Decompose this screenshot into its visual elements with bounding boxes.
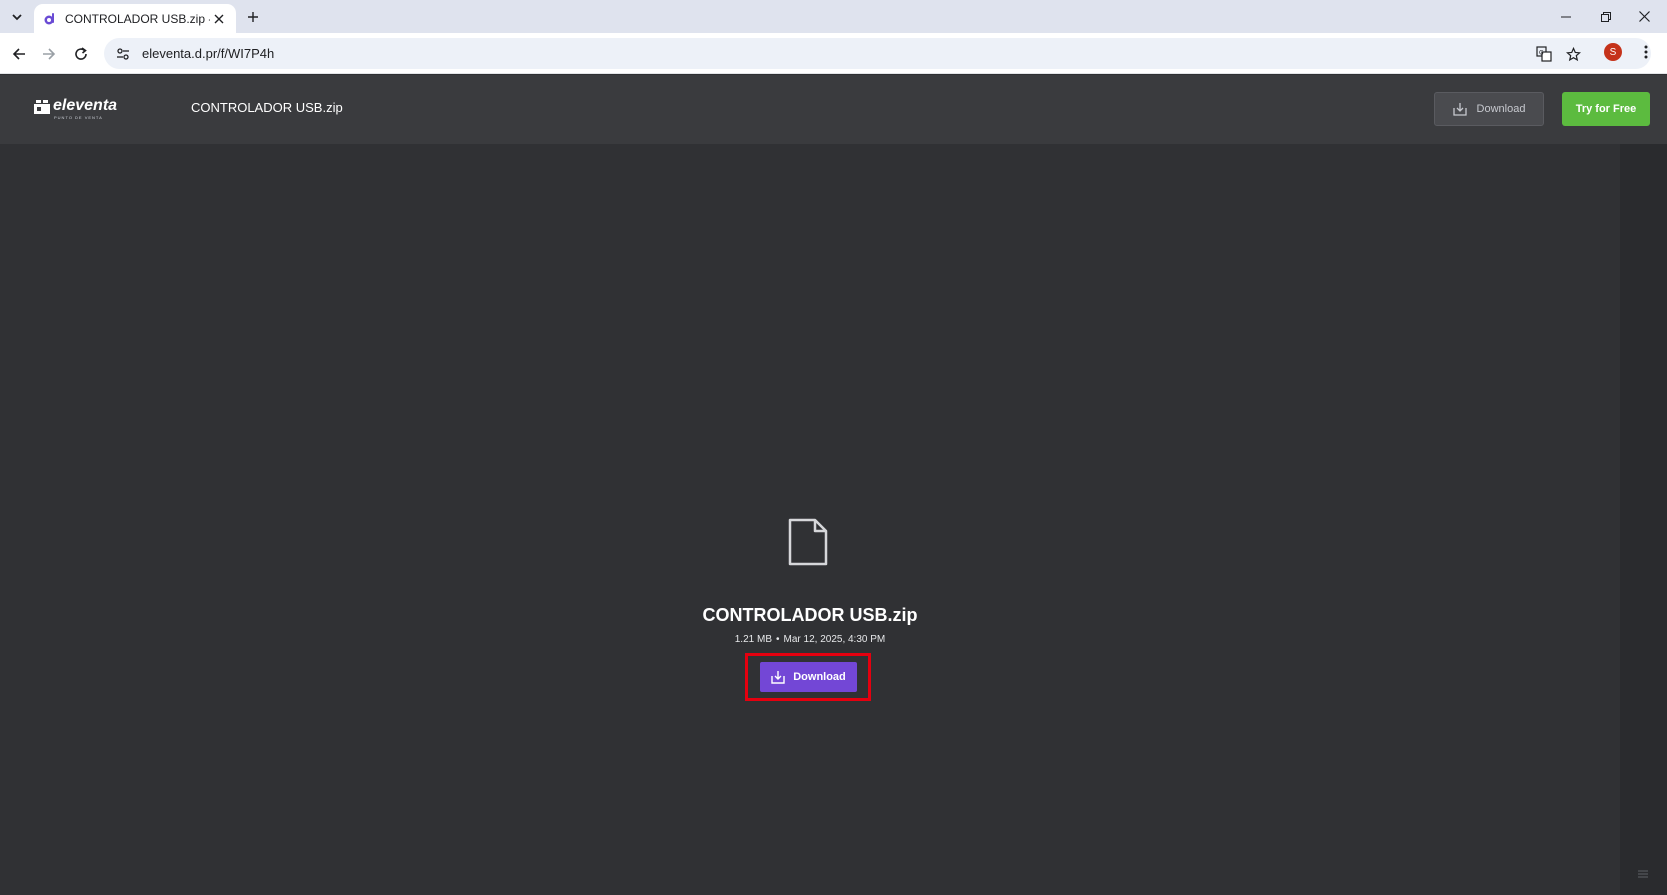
download-icon (1452, 103, 1467, 116)
minimize-icon (1561, 16, 1571, 17)
browser-menu-button[interactable] (1636, 42, 1656, 62)
try-for-free-button[interactable]: Try for Free (1562, 92, 1650, 126)
svg-text:G: G (1539, 50, 1544, 57)
browser-tab[interactable]: CONTROLADOR USB.zip - Dro (34, 4, 236, 33)
meta-separator: • (776, 634, 780, 645)
translate-button[interactable]: G (1533, 43, 1555, 65)
site-settings-icon[interactable] (114, 45, 132, 63)
download-button[interactable]: Download (760, 662, 857, 692)
close-tab-icon[interactable] (210, 10, 228, 28)
back-button[interactable] (7, 42, 31, 66)
file-preview-area: CONTROLADOR USB.zip 1.21 MB • Mar 12, 2025… (0, 144, 1620, 895)
download-icon (771, 671, 785, 684)
sidebar-toggle-icon[interactable] (1636, 867, 1650, 881)
tab-title: CONTROLADOR USB.zip - Dro (65, 11, 210, 26)
new-tab-button[interactable] (243, 7, 263, 27)
dropshare-favicon-icon (44, 12, 54, 24)
chevron-down-icon (12, 14, 22, 21)
arrow-left-icon (12, 48, 25, 60)
profile-avatar[interactable]: S (1604, 43, 1622, 61)
reload-button[interactable] (69, 42, 93, 66)
browser-toolbar: eleventa.d.pr/f/WI7P4h G (0, 33, 1667, 74)
store-logo-icon (34, 100, 50, 114)
side-gutter (1620, 144, 1667, 895)
file-meta: 1.21 MB • Mar 12, 2025, 4:30 PM (0, 634, 1620, 645)
browser-tab-strip: CONTROLADOR USB.zip - Dro (0, 0, 1667, 33)
close-window-button[interactable] (1621, 0, 1667, 33)
reload-icon (75, 47, 87, 60)
eleventa-logo[interactable]: eleventa PUNTO DE VENTA (34, 97, 118, 120)
site-header: eleventa PUNTO DE VENTA CONTROLADOR USB.… (0, 75, 1667, 144)
file-date: Mar 12, 2025, 4:30 PM (783, 634, 886, 645)
header-download-button[interactable]: Download (1434, 92, 1544, 126)
tab-search-button[interactable] (6, 6, 28, 28)
file-size: 1.21 MB (734, 634, 772, 645)
forward-button[interactable] (37, 42, 61, 66)
close-icon (1638, 11, 1650, 22)
page: eleventa PUNTO DE VENTA CONTROLADOR USB.… (0, 75, 1667, 895)
plus-icon (248, 12, 258, 22)
restore-icon (1601, 11, 1611, 22)
download-button-label: Download (793, 671, 846, 683)
translate-icon: G (1536, 46, 1552, 62)
star-icon (1565, 46, 1581, 61)
file-icon (788, 518, 828, 566)
address-bar[interactable]: eleventa.d.pr/f/WI7P4h (104, 38, 1651, 69)
arrow-right-icon (43, 48, 56, 60)
logo-subtext: PUNTO DE VENTA (54, 115, 103, 120)
url-text: eleventa.d.pr/f/WI7P4h (142, 46, 275, 61)
header-file-title: CONTROLADOR USB.zip (191, 100, 343, 115)
logo-text: eleventa (53, 97, 118, 114)
bookmark-button[interactable] (1562, 43, 1584, 65)
more-vertical-icon (1644, 45, 1648, 59)
file-name: CONTROLADOR USB.zip (702, 605, 918, 625)
header-download-label: Download (1476, 103, 1526, 115)
